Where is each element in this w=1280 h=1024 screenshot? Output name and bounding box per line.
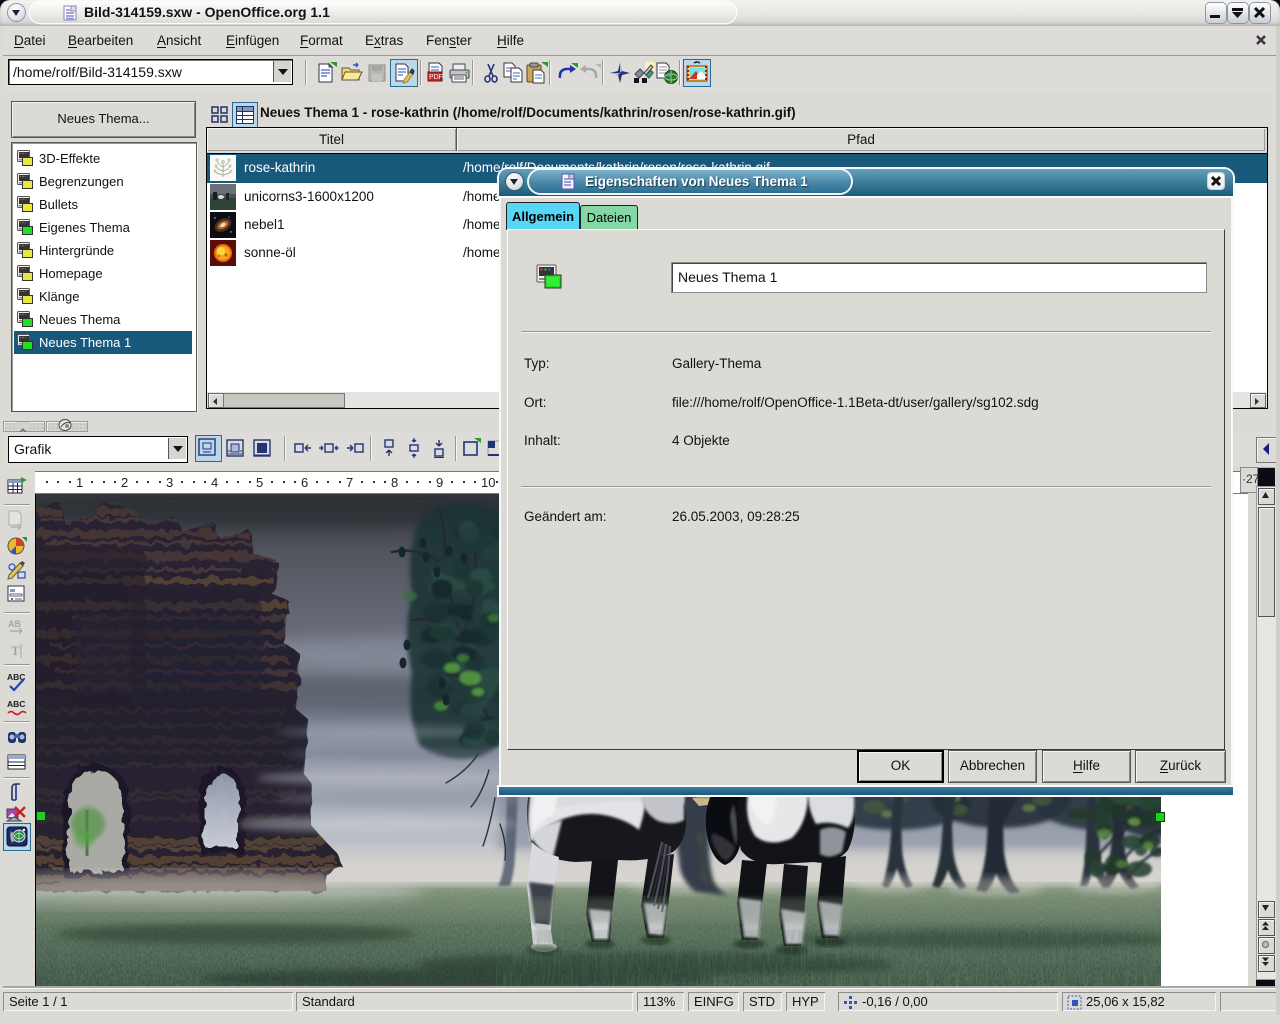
svg-text:AB: AB [8,619,21,629]
svg-text:PDF: PDF [429,74,443,81]
svg-text:T: T [11,643,20,658]
svg-text:ABC: ABC [7,699,25,709]
